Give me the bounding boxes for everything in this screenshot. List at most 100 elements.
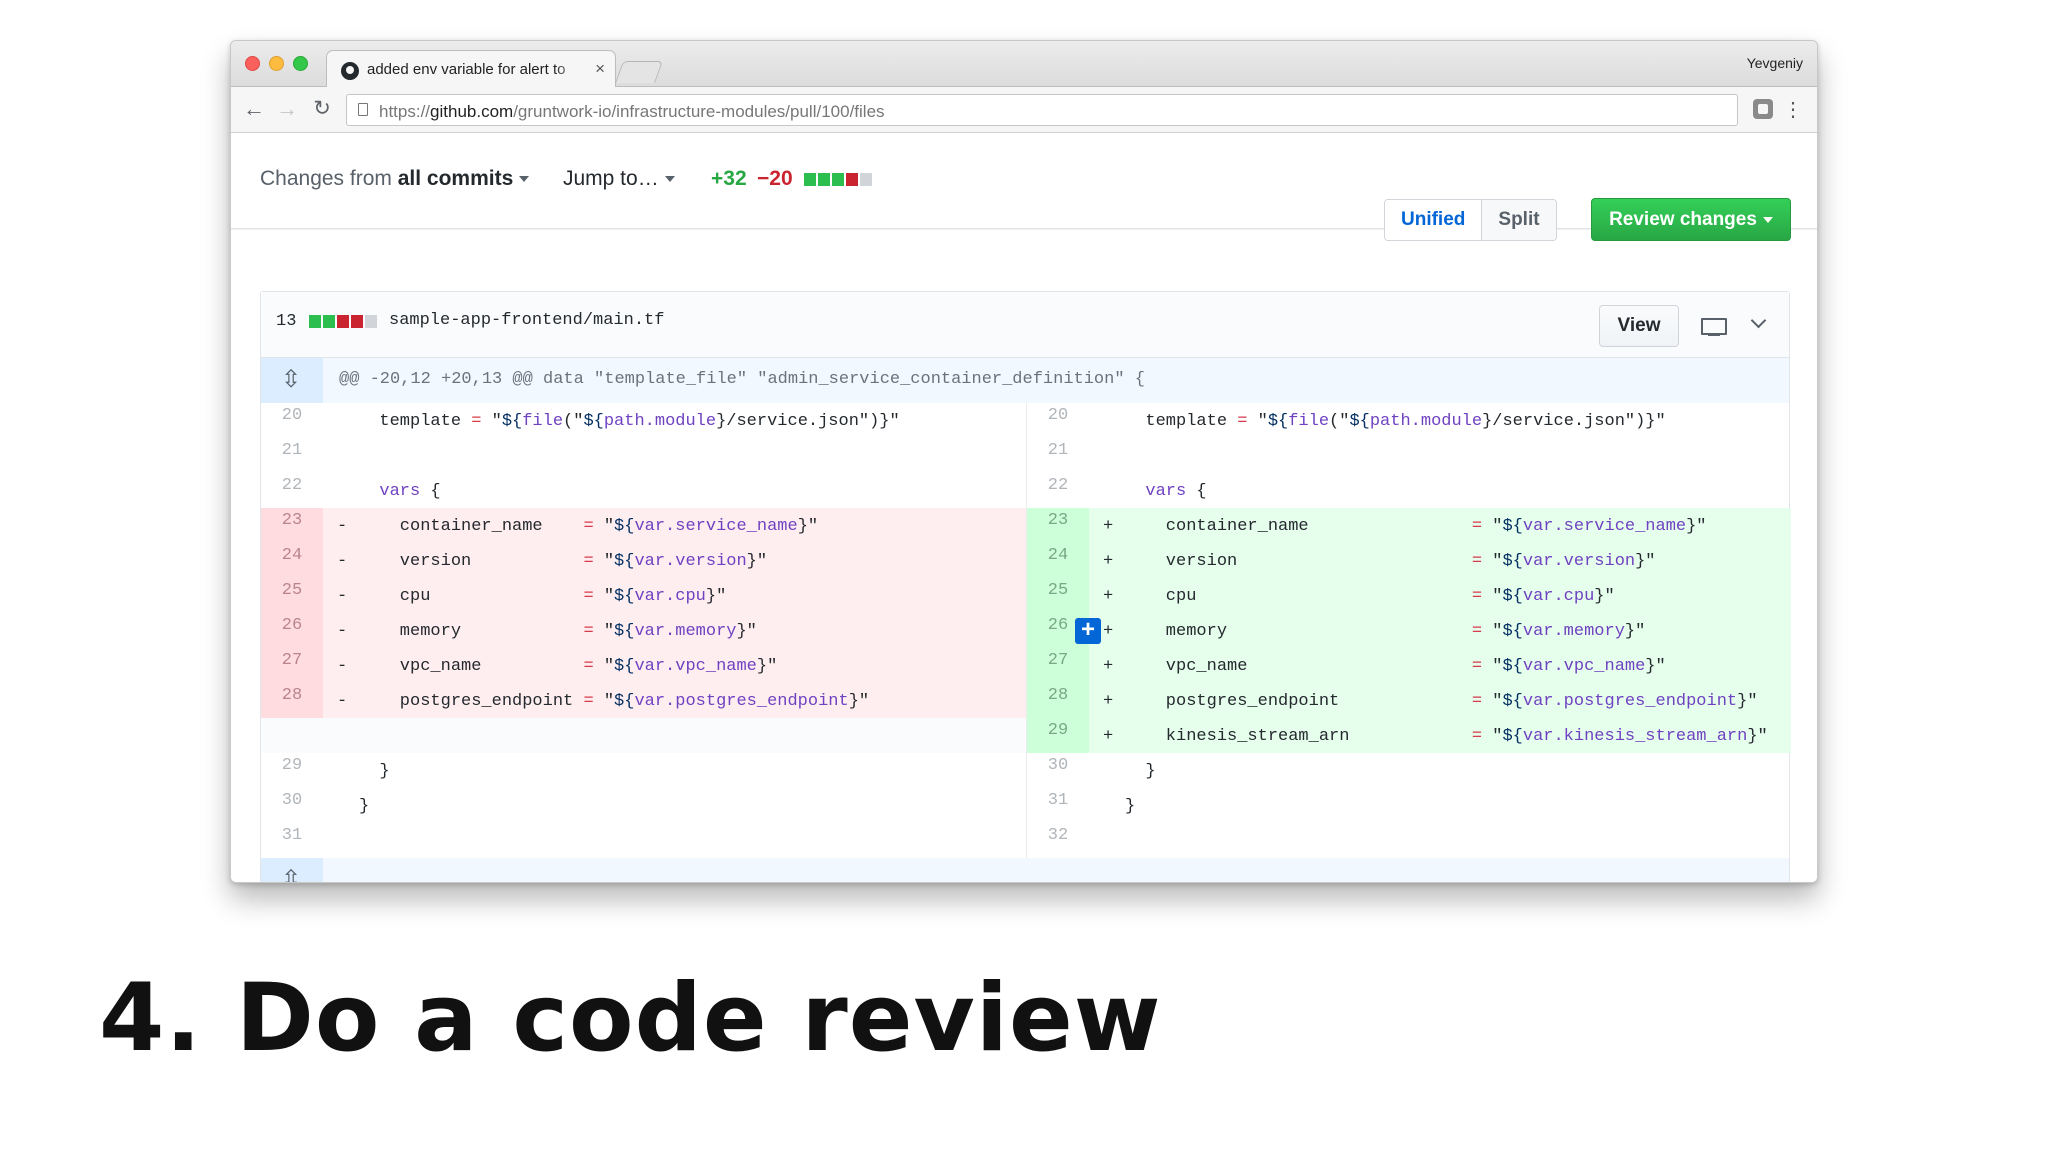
diffstat-bar [804, 173, 872, 186]
pr-files-toolbar: Changes from all commits Jump to… +32 −2… [231, 133, 1817, 241]
jump-to-dropdown[interactable]: Jump to… [563, 167, 675, 191]
right-diff-line-22: 22 vars { [1027, 473, 1791, 508]
line-number[interactable]: 30 [1027, 753, 1089, 788]
right-diff-line-26: 26 + memory = "${var.memory}" + [1027, 613, 1791, 648]
line-number[interactable]: 20 [261, 403, 323, 438]
code-line: kinesis_stream_arn = "${var.kinesis_stre… [1125, 727, 1768, 746]
left-diff-line-28: 28- postgres_endpoint = "${var.postgres_… [261, 683, 1026, 718]
diffstat-block-del [337, 315, 349, 328]
line-number[interactable]: 32 [1027, 823, 1089, 858]
review-changes-button[interactable]: Review changes [1591, 198, 1791, 241]
code-line: version = "${var.version}" [359, 552, 768, 571]
code-line: memory = "${var.memory}" [1125, 622, 1646, 641]
line-number[interactable]: 29 [1027, 718, 1089, 753]
line-number[interactable]: 26 [261, 613, 323, 648]
line-number[interactable]: 29 [261, 753, 323, 788]
right-diff-line-27: 27 + vpc_name = "${var.vpc_name}" [1027, 648, 1791, 683]
new-tab-button[interactable] [614, 61, 664, 83]
back-arrow-icon[interactable]: ← [241, 96, 267, 122]
code-line: vpc_name = "${var.vpc_name}" [359, 657, 778, 676]
file-diffstat-bar [309, 315, 377, 328]
diffstat-block-add [309, 315, 321, 328]
deletion-marker: - [337, 657, 348, 676]
hunk-header: ⇳ @@ -20,12 +20,13 @@ data "template_fil… [261, 358, 1789, 403]
code-line: } [1125, 762, 1156, 781]
left-diff-line-30: 30} [261, 788, 1026, 823]
left-diff-line-26: 26- memory = "${var.memory}" [261, 613, 1026, 648]
code-line: cpu = "${var.cpu}" [1125, 587, 1615, 606]
line-number[interactable]: 27 [261, 648, 323, 683]
deletions-count: −20 [757, 167, 793, 190]
line-number[interactable]: 21 [261, 438, 323, 473]
addition-marker: + [1103, 552, 1114, 571]
addition-marker: + [1103, 727, 1114, 746]
line-number[interactable]: 22 [261, 473, 323, 508]
addition-marker: + [1103, 692, 1114, 711]
line-number[interactable]: 25 [1027, 578, 1089, 613]
line-number[interactable]: 27 [1027, 648, 1089, 683]
minimize-window-button[interactable] [269, 56, 284, 71]
line-number[interactable]: 24 [261, 543, 323, 578]
right-diff-line-21: 21 [1027, 438, 1791, 473]
unified-button[interactable]: Unified [1385, 200, 1483, 240]
close-window-button[interactable] [245, 56, 260, 71]
changes-from-dropdown[interactable]: Changes from all commits [260, 167, 530, 191]
extension-icon[interactable] [1753, 99, 1773, 119]
line-number[interactable]: 24 [1027, 543, 1089, 578]
code-line: } [359, 797, 370, 816]
hunk-footer: ⇳ [261, 858, 1789, 882]
reload-icon[interactable]: ↻ [309, 96, 335, 122]
browser-tab[interactable]: added env variable for alert to × [326, 50, 616, 88]
line-number[interactable]: 28 [1027, 683, 1089, 718]
kebab-menu-icon[interactable]: ⋮ [1783, 97, 1803, 122]
right-diff-line-32: 32 [1027, 823, 1791, 858]
line-number[interactable]: 28 [261, 683, 323, 718]
left-diff-line-blank [261, 718, 1026, 753]
line-number[interactable]: 30 [261, 788, 323, 823]
line-number[interactable]: 25 [261, 578, 323, 613]
deletion-marker: - [337, 587, 348, 606]
code-line: cpu = "${var.cpu}" [359, 587, 727, 606]
left-diff-line-25: 25- cpu = "${var.cpu}" [261, 578, 1026, 613]
line-number[interactable] [261, 718, 323, 753]
page-icon [358, 103, 368, 116]
expand-down-button[interactable]: ⇳ [261, 858, 323, 882]
line-number[interactable]: 23 [1027, 508, 1089, 543]
diff-view-toggle: Unified Split [1384, 199, 1557, 241]
maximize-window-button[interactable] [293, 56, 308, 71]
line-number[interactable]: 22 [1027, 473, 1089, 508]
profile-name[interactable]: Yevgeniy [1747, 55, 1803, 71]
expand-up-button[interactable]: ⇳ [261, 358, 323, 403]
monitor-icon[interactable] [1701, 318, 1727, 336]
code-line: version = "${var.version}" [1125, 552, 1656, 571]
line-number[interactable]: 31 [261, 823, 323, 858]
tab-title: added env variable for alert to [367, 61, 566, 78]
diffstat-block-neutral [860, 173, 872, 186]
left-diff-line-23: 23- container_name = "${var.service_name… [261, 508, 1026, 543]
file-name[interactable]: sample-app-frontend/main.tf [389, 311, 664, 330]
diffstat-block-add [804, 173, 816, 186]
forward-arrow-icon[interactable]: → [274, 96, 300, 122]
view-file-button[interactable]: View [1599, 305, 1679, 347]
code-line: postgres_endpoint = "${var.postgres_endp… [359, 692, 870, 711]
file-header: 13 sample-app-frontend/main.tf View [261, 292, 1789, 358]
addition-marker: + [1103, 517, 1114, 536]
line-number[interactable]: 20 [1027, 403, 1089, 438]
chevron-down-icon[interactable] [1748, 312, 1770, 334]
line-number[interactable]: 21 [1027, 438, 1089, 473]
code-line: vpc_name = "${var.vpc_name}" [1125, 657, 1666, 676]
caret-down-icon [1762, 216, 1773, 223]
address-bar[interactable]: https://github.com/gruntwork-io/infrastr… [346, 94, 1738, 126]
tab-close-icon[interactable]: × [595, 59, 605, 79]
deletion-marker: - [337, 622, 348, 641]
right-diff-line-30: 30 } [1027, 753, 1791, 788]
line-number[interactable]: 23 [261, 508, 323, 543]
left-diff-line-20: 20 template = "${file("${path.module}/se… [261, 403, 1026, 438]
add-comment-button[interactable]: + [1075, 618, 1101, 644]
line-number[interactable]: 31 [1027, 788, 1089, 823]
unfold-icon: ⇳ [281, 366, 302, 393]
split-button[interactable]: Split [1482, 200, 1556, 240]
addition-marker: + [1103, 587, 1114, 606]
url-text[interactable]: https://github.com/gruntwork-io/infrastr… [379, 102, 885, 122]
addition-marker: + [1103, 657, 1114, 676]
